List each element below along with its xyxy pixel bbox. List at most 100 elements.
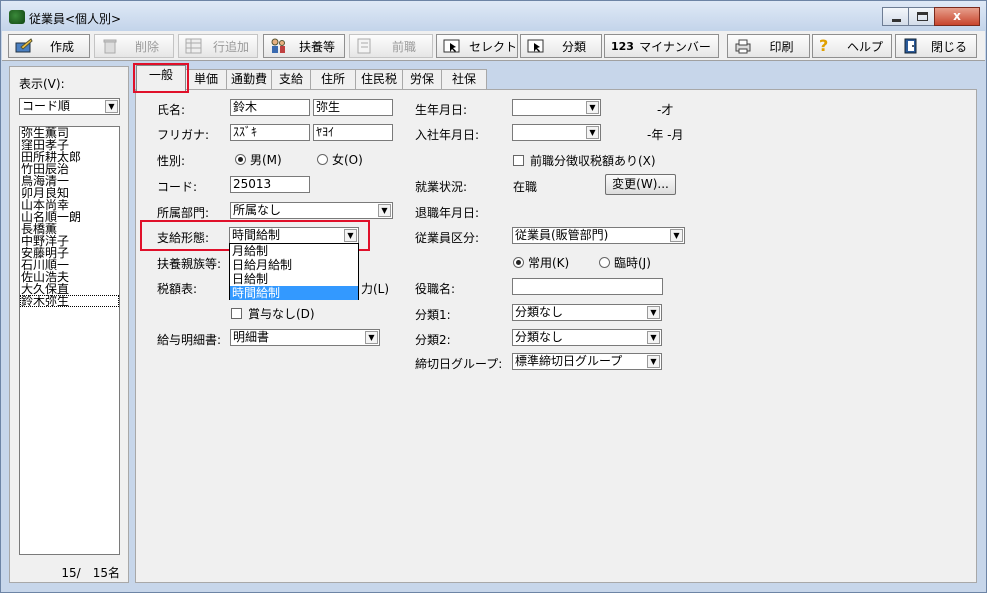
list-item[interactable]: 石川順一 — [20, 259, 119, 271]
tab-resident-tax[interactable]: 住民税 — [355, 69, 403, 90]
join-date-label: 入社年月日: — [415, 128, 480, 142]
temporary-radio[interactable]: 臨時(J) — [599, 254, 651, 271]
class1-select[interactable]: 分類なし ▼ — [512, 304, 662, 321]
minimize-button[interactable] — [882, 7, 909, 26]
display-label: 表示(V): — [19, 77, 65, 91]
gender-female-radio[interactable]: 女(O) — [317, 151, 363, 168]
chevron-down-icon[interactable]: ▼ — [105, 100, 118, 113]
employee-list[interactable]: 弥生薫司 窪田孝子 田所耕太郎 竹田辰治 鳥海清一 卯月良知 山本尚幸 山名順一朗 長橋薫 中野洋… — [19, 126, 120, 555]
payslip-select[interactable]: 明細書 ▼ — [230, 329, 380, 346]
dept-select[interactable]: 所属なし ▼ — [230, 202, 393, 219]
chevron-down-icon[interactable]: ▼ — [344, 229, 357, 242]
gender-male-radio[interactable]: 男(M) — [235, 151, 282, 168]
close-window-button[interactable]: x — [934, 7, 980, 26]
radio-icon — [599, 257, 610, 268]
pay-type-option-daily-monthly[interactable]: 日給月給制 — [230, 258, 358, 272]
close-button[interactable]: 閉じる — [895, 34, 977, 58]
chevron-down-icon[interactable]: ▼ — [647, 306, 660, 319]
print-button[interactable]: 印刷 — [727, 34, 810, 58]
gender-label: 性別: — [157, 154, 186, 168]
tab-commute[interactable]: 通勤費 — [226, 69, 272, 90]
regular-radio[interactable]: 常用(K) — [513, 254, 569, 271]
chevron-down-icon[interactable]: ▼ — [378, 204, 391, 217]
pay-type-option-daily[interactable]: 日給制 — [230, 272, 358, 286]
document-icon — [356, 38, 374, 54]
radio-selected-icon — [235, 154, 246, 165]
code-label: コード: — [157, 180, 198, 194]
change-status-button[interactable]: 変更(W)... — [605, 174, 676, 195]
window-title: 従業員<個人別> — [29, 12, 122, 26]
delete-button[interactable]: 削除 — [94, 34, 174, 58]
first-name-input[interactable]: 弥生 — [313, 99, 393, 116]
employee-window: 従業員<個人別> x 作成 削除 行追加 扶養等 前職 セレクト 分類 123 … — [0, 0, 987, 593]
list-item[interactable]: 田所耕太郎 — [20, 151, 119, 163]
list-item[interactable]: 安藤明子 — [20, 247, 119, 259]
manual-input-checkbox-label[interactable]: 力(L) — [361, 280, 389, 297]
tab-general[interactable]: 一般 — [136, 65, 186, 91]
tab-unit-price[interactable]: 単価 — [185, 69, 227, 90]
tab-labor-insurance[interactable]: 労保 — [402, 69, 442, 90]
kana-last-input[interactable]: ｽｽﾞｷ — [230, 124, 310, 141]
status-label: 就業状況: — [415, 180, 468, 194]
retire-date-label: 退職年月日: — [415, 206, 480, 220]
help-icon: ? — [819, 36, 829, 55]
list-item[interactable]: 鈴木弥生 — [20, 295, 119, 307]
tab-social-insurance[interactable]: 社保 — [441, 69, 487, 90]
exit-door-icon — [902, 38, 920, 54]
toolbar: 作成 削除 行追加 扶養等 前職 セレクト 分類 123 マイナンバー 印刷 ?… — [2, 31, 985, 61]
prev-tax-checkbox[interactable]: 前職分徴収税額あり(X) — [513, 152, 656, 169]
select-button[interactable]: セレクト — [436, 34, 518, 58]
chevron-down-icon[interactable]: ▼ — [365, 331, 378, 344]
list-item[interactable]: 佐山浩夫 — [20, 271, 119, 283]
position-input[interactable] — [512, 278, 663, 295]
help-button[interactable]: ? ヘルプ — [812, 34, 892, 58]
list-item[interactable]: 大久保直 — [20, 283, 119, 295]
family-icon — [270, 38, 288, 54]
list-item[interactable]: 山名順一朗 — [20, 211, 119, 223]
dependents-button[interactable]: 扶養等 — [263, 34, 345, 58]
sort-order-select[interactable]: コード順 ▼ — [19, 98, 120, 115]
birth-date-label: 生年月日: — [415, 103, 468, 117]
add-row-button[interactable]: 行追加 — [178, 34, 258, 58]
chevron-down-icon[interactable]: ▼ — [647, 331, 660, 344]
pay-type-option-hourly[interactable]: 時間給制 — [230, 286, 358, 300]
employee-list-pane: 表示(V): コード順 ▼ 弥生薫司 窪田孝子 田所耕太郎 竹田辰治 鳥海清一 卯月良知山… — [9, 66, 129, 583]
list-item[interactable]: 竹田辰治 — [20, 163, 119, 175]
maximize-icon — [917, 12, 928, 21]
tab-address[interactable]: 住所 — [310, 69, 356, 90]
chevron-down-icon[interactable]: ▼ — [586, 101, 599, 114]
create-button[interactable]: 作成 — [8, 34, 90, 58]
pay-type-option-monthly[interactable]: 月給制 — [230, 244, 358, 258]
class2-select[interactable]: 分類なし ▼ — [512, 329, 662, 346]
chevron-down-icon[interactable]: ▼ — [670, 229, 683, 242]
no-bonus-checkbox[interactable]: 賞与なし(D) — [231, 305, 315, 322]
list-item[interactable]: 山本尚幸 — [20, 199, 119, 211]
mynumber-button[interactable]: 123 マイナンバー — [604, 34, 719, 58]
list-item[interactable]: 弥生薫司 — [20, 127, 119, 139]
list-item[interactable]: 卯月良知 — [20, 187, 119, 199]
prev-job-button[interactable]: 前職 — [349, 34, 433, 58]
join-date-picker[interactable]: ▼ — [512, 124, 601, 141]
cutoff-group-select[interactable]: 標準締切日グループ ▼ — [512, 353, 662, 370]
list-item[interactable]: 窪田孝子 — [20, 139, 119, 151]
code-input[interactable]: 25013 — [230, 176, 310, 193]
classify-button[interactable]: 分類 — [520, 34, 602, 58]
kana-first-input[interactable]: ﾔﾖｲ — [313, 124, 393, 141]
pay-type-dropdown: 月給制 日給月給制 日給制 時間給制 — [229, 243, 359, 300]
classify-icon — [527, 38, 545, 54]
employee-type-select[interactable]: 従業員(販管部門) ▼ — [512, 227, 685, 244]
list-item[interactable]: 長橋薫 — [20, 223, 119, 235]
name-label: 氏名: — [157, 103, 186, 117]
title-bar: 従業員<個人別> x — [1, 1, 986, 31]
birth-date-picker[interactable]: ▼ — [512, 99, 601, 116]
chevron-down-icon[interactable]: ▼ — [586, 126, 599, 139]
pay-type-select[interactable]: 時間給制 ▼ — [229, 227, 359, 244]
maximize-button[interactable] — [908, 7, 935, 26]
class2-label: 分類2: — [415, 333, 451, 347]
tab-payment[interactable]: 支給 — [271, 69, 311, 90]
last-name-input[interactable]: 鈴木 — [230, 99, 310, 116]
list-item[interactable]: 中野洋子 — [20, 235, 119, 247]
list-item[interactable]: 鳥海清一 — [20, 175, 119, 187]
chevron-down-icon[interactable]: ▼ — [647, 355, 660, 368]
mynumber-icon: 123 — [611, 39, 634, 53]
